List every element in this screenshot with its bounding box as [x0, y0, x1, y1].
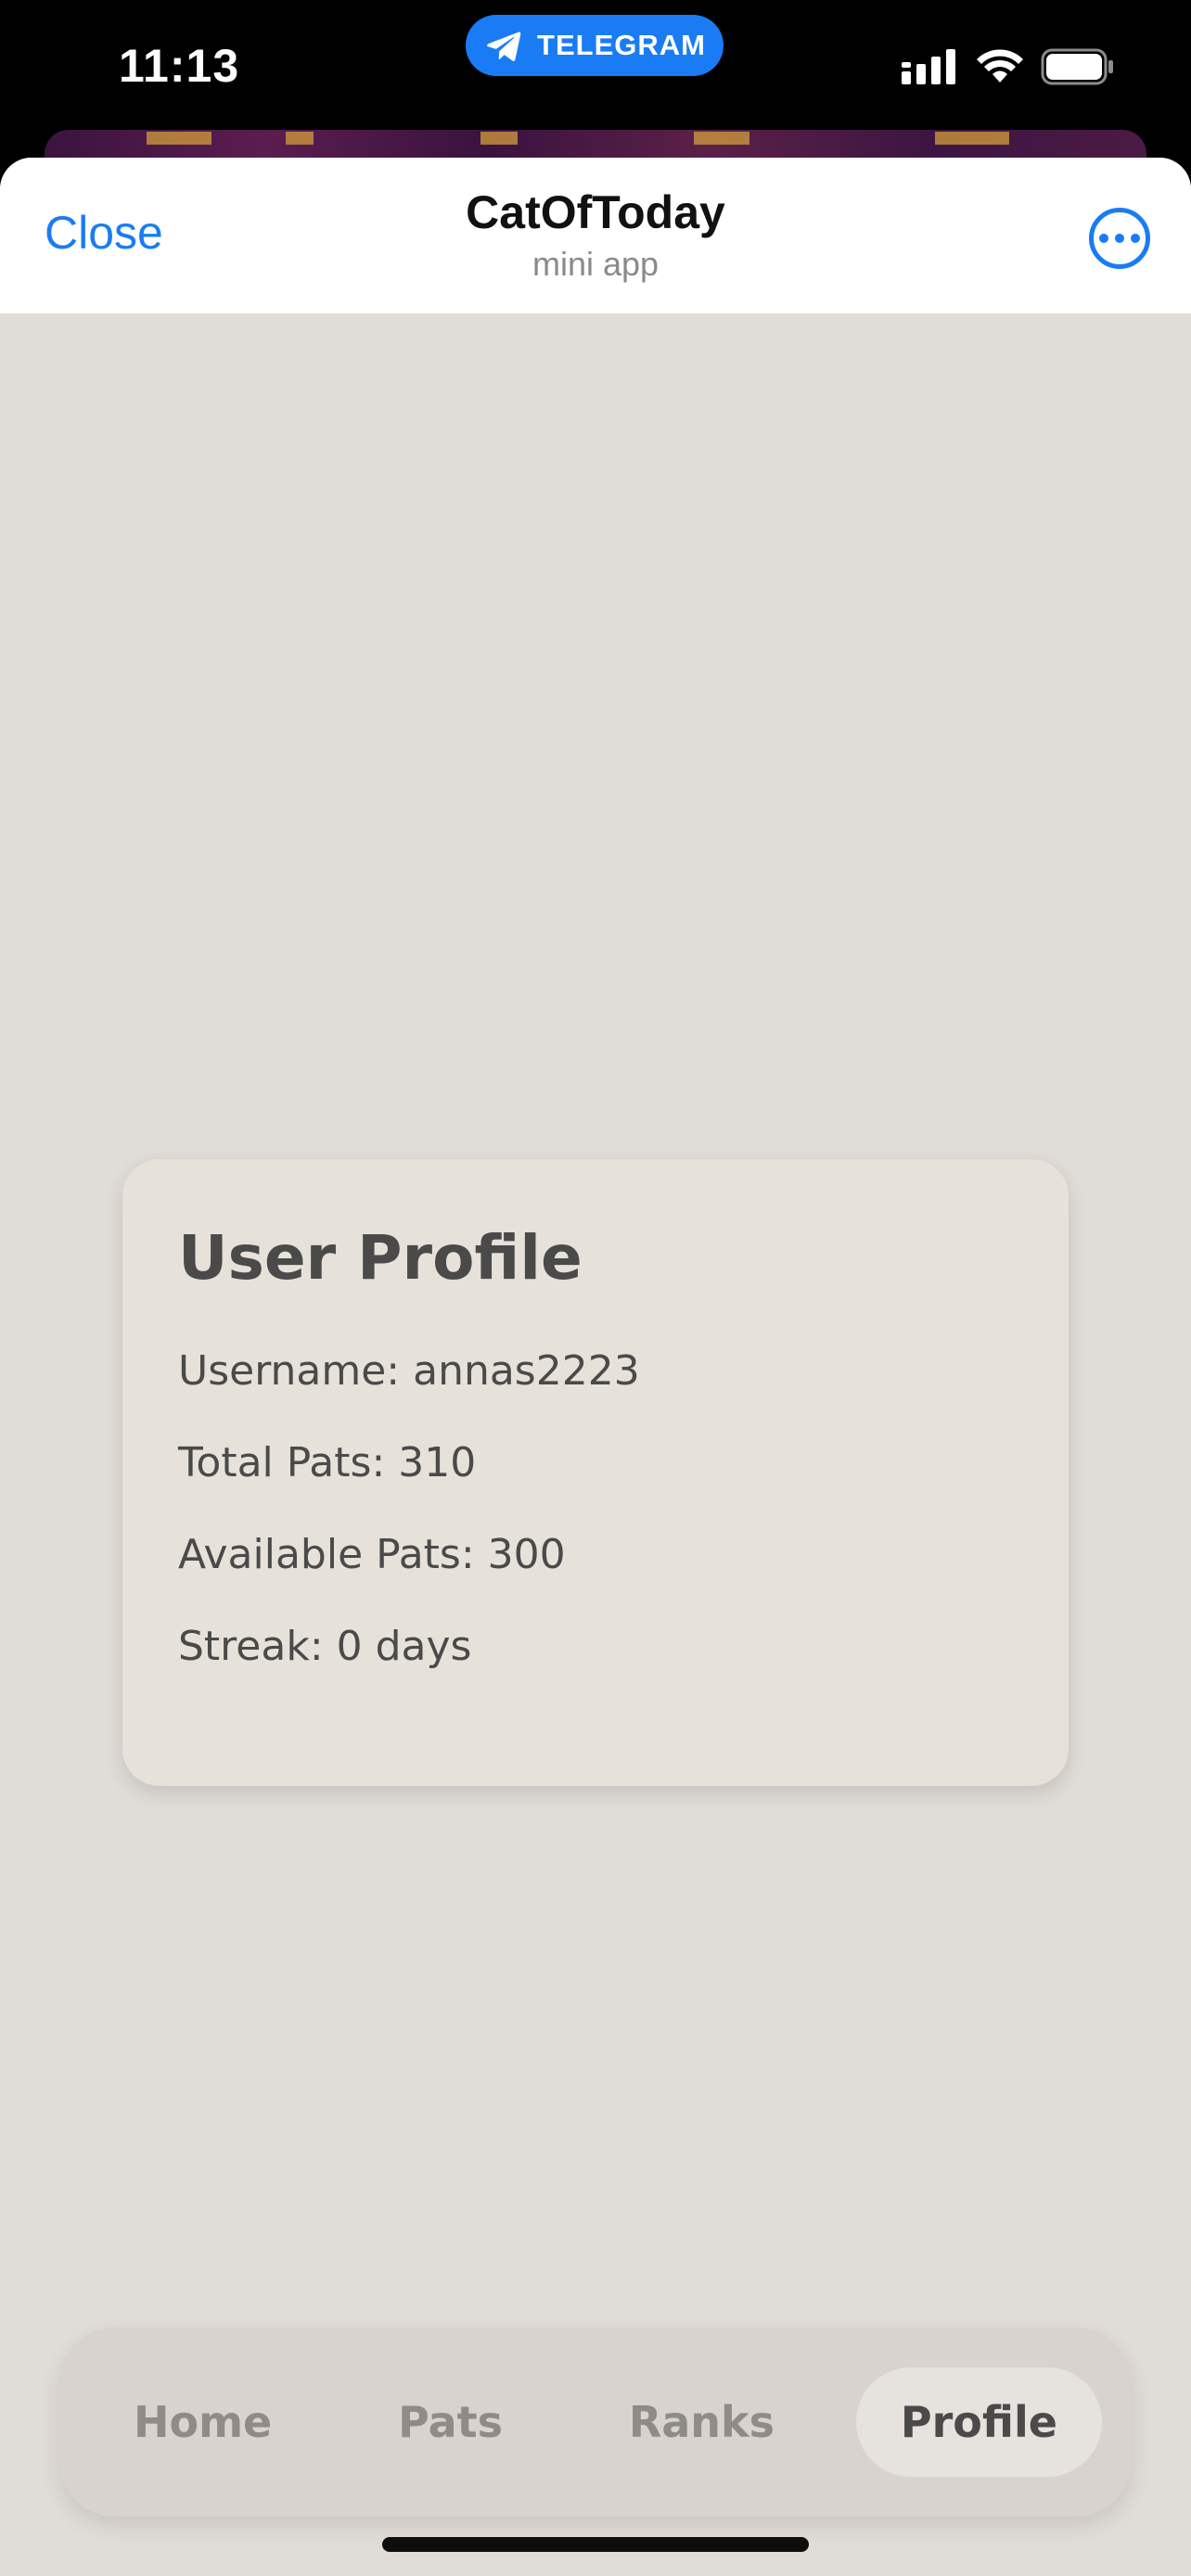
user-profile-card: User Profile Username: annas2223 Total P…: [122, 1159, 1069, 1786]
telegram-plane-icon: [487, 32, 521, 61]
status-bar: 11:13 TELEGRAM: [0, 0, 1191, 139]
strip-decoration: [286, 132, 314, 145]
strip-decoration: [480, 132, 518, 145]
battery-icon: [1041, 48, 1113, 85]
username-text: Username: annas2223: [178, 1347, 640, 1395]
home-indicator[interactable]: [382, 2537, 809, 2552]
available-pats-text: Available Pats: 300: [178, 1531, 566, 1578]
profile-title: User Profile: [178, 1222, 583, 1294]
mini-app-sheet: Close CatOfToday mini app User Profile U…: [0, 158, 1191, 2576]
app-title: CatOfToday: [466, 186, 725, 238]
strip-decoration: [694, 132, 749, 145]
status-icons: [902, 48, 1115, 85]
more-dot: [1131, 234, 1140, 243]
nav-home[interactable]: Home: [89, 2367, 316, 2477]
phone-screen: 11:13 TELEGRAM Close CatOfToday mini app…: [0, 0, 1191, 2576]
streak-text: Streak: 0 days: [178, 1623, 472, 1670]
total-pats-text: Total Pats: 310: [178, 1439, 477, 1486]
more-dot: [1115, 234, 1124, 243]
nav-profile[interactable]: Profile: [855, 2367, 1102, 2477]
nav-pats[interactable]: Pats: [353, 2367, 547, 2477]
more-options-icon[interactable]: [1089, 208, 1150, 269]
mini-app-header: Close CatOfToday mini app: [0, 158, 1191, 313]
strip-decoration: [147, 132, 211, 145]
strip-decoration: [935, 132, 1009, 145]
bottom-nav: Home Pats Ranks Profile: [59, 2327, 1132, 2517]
app-subtitle: mini app: [531, 245, 660, 283]
wifi-icon: [977, 49, 1023, 83]
telegram-pill[interactable]: TELEGRAM: [466, 15, 724, 76]
nav-ranks[interactable]: Ranks: [584, 2367, 819, 2477]
telegram-pill-label: TELEGRAM: [537, 29, 706, 61]
more-dot: [1099, 234, 1108, 243]
title-block: CatOfToday mini app: [0, 185, 1191, 284]
cellular-signal-icon: [902, 49, 955, 84]
status-time: 11:13: [119, 40, 240, 92]
